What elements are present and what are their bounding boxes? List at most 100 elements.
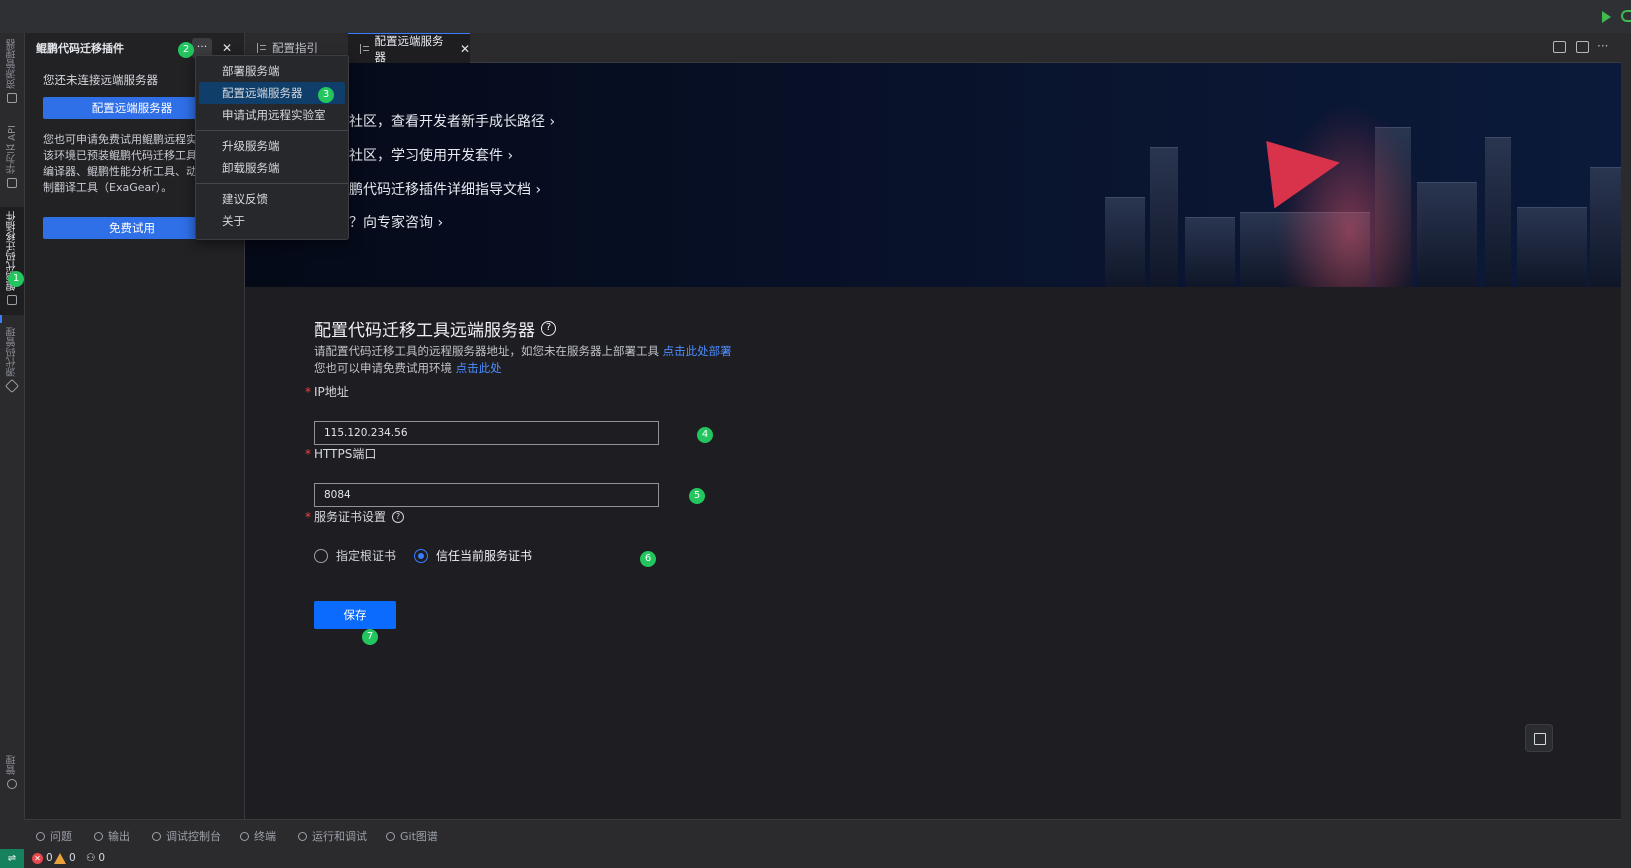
menu-item-deploy-server[interactable]: 部署服务端 bbox=[196, 60, 348, 82]
status-ports[interactable]: ⚇ 0 bbox=[86, 852, 105, 864]
trial-link[interactable]: 点击此处 bbox=[456, 361, 502, 375]
radio-trust-cert[interactable] bbox=[414, 548, 429, 563]
ports-icon: ⚇ bbox=[86, 852, 96, 864]
form-title-text: 配置代码迁移工具远端服务器 bbox=[314, 321, 535, 341]
settings-icon[interactable] bbox=[1621, 10, 1631, 22]
sidebar-title: 鲲鹏代码迁移插件 bbox=[36, 42, 124, 55]
panel-tab-terminal[interactable]: 终端 bbox=[240, 828, 276, 844]
panel-tab-label: Git图谱 bbox=[400, 830, 438, 843]
ip-label-text: IP地址 bbox=[314, 385, 349, 399]
step-marker: 3 bbox=[318, 87, 334, 103]
activity-manage[interactable]: 管理 bbox=[0, 755, 24, 789]
run-debug-icon bbox=[298, 831, 307, 841]
warning-icon bbox=[54, 852, 66, 864]
ip-address-input[interactable] bbox=[314, 421, 659, 445]
activity-label: 管理 bbox=[6, 755, 18, 775]
description-text: 您也可以申请免费试用环境 bbox=[314, 361, 452, 375]
kunpeng-icon bbox=[7, 295, 17, 305]
warning-count: 0 bbox=[69, 852, 76, 864]
git-graph-icon bbox=[386, 831, 395, 841]
description-text: 请配置代码迁移工具的远程服务器地址，如您未在服务器上部署工具 bbox=[314, 344, 659, 358]
activity-explorer[interactable]: 资源管理器 bbox=[0, 39, 24, 103]
tab-close-icon[interactable]: ✕ bbox=[460, 42, 470, 56]
activity-source-control[interactable]: 源代码管理 bbox=[0, 327, 24, 394]
title-bar bbox=[0, 0, 1631, 33]
status-warnings[interactable]: 0 bbox=[54, 852, 76, 864]
activity-label: 华为云 API bbox=[6, 125, 18, 174]
split-editor-icon[interactable] bbox=[1576, 41, 1589, 53]
menu-item-upgrade-server[interactable]: 升级服务端 bbox=[196, 135, 348, 157]
error-count: 0 bbox=[46, 852, 53, 864]
help-icon[interactable]: ? bbox=[392, 510, 405, 523]
run-icon[interactable] bbox=[1602, 11, 1611, 23]
radio-trust-cert-label[interactable]: 信任当前服务证书 bbox=[436, 547, 532, 564]
radio-root-cert-label[interactable]: 指定根证书 bbox=[336, 547, 396, 564]
file-icon bbox=[257, 43, 266, 53]
source-control-icon bbox=[4, 378, 20, 394]
panel-tab-run-debug[interactable]: 运行和调试 bbox=[298, 828, 367, 844]
tab-configure-remote-server[interactable]: 配置远端服务器 ✕ bbox=[348, 33, 470, 64]
file-icon bbox=[360, 43, 369, 54]
panel-tab-output[interactable]: 输出 bbox=[94, 828, 130, 844]
banner-building bbox=[1150, 147, 1178, 287]
step-marker: 4 bbox=[697, 427, 713, 443]
panel-tab-label: 问题 bbox=[50, 830, 72, 843]
explorer-icon bbox=[7, 93, 17, 103]
activity-kunpeng-migration[interactable]: 鲲鹏代码迁移插件 bbox=[0, 207, 24, 315]
debug-console-icon bbox=[152, 831, 161, 841]
terminal-icon bbox=[240, 831, 249, 841]
required-mark: * bbox=[305, 447, 311, 461]
deploy-link[interactable]: 点击此处部署 bbox=[663, 344, 732, 358]
port-label: * HTTPS端口 bbox=[305, 445, 376, 462]
ip-label: * IP地址 bbox=[305, 383, 349, 400]
menu-item-about[interactable]: 关于 bbox=[196, 210, 348, 232]
step-marker: 6 bbox=[640, 551, 656, 567]
menu-item-apply-remote-lab[interactable]: 申请试用远程实验室 bbox=[196, 104, 348, 126]
cert-label: * 服务证书设置 ? bbox=[305, 508, 405, 525]
cert-label-text: 服务证书设置 bbox=[314, 510, 387, 524]
panel-tab-bar: 问题 输出 调试控制台 终端 运行和调试 Git图谱 bbox=[24, 819, 1621, 849]
banner-link-guide-doc[interactable]: 鲲鹏代码迁移插件详细指导文档 › bbox=[335, 179, 541, 199]
activity-label: 资源管理器 bbox=[6, 39, 18, 89]
activity-huawei-api[interactable]: 华为云 API bbox=[0, 125, 24, 188]
banner-building bbox=[1185, 217, 1235, 287]
banner-link-growth-path[interactable]: 鹏社区，查看开发者新手成长路径 › bbox=[335, 111, 555, 131]
connection-status: 您还未连接远端服务器 bbox=[43, 73, 158, 87]
step-marker: 2 bbox=[178, 42, 194, 58]
remote-icon[interactable]: ⇌ bbox=[0, 849, 24, 868]
more-actions-menu: 部署服务端 配置远端服务器 申请试用远程实验室 升级服务端 卸载服务端 建议反馈… bbox=[195, 55, 349, 240]
open-preview-icon[interactable] bbox=[1553, 41, 1566, 53]
error-icon: ✕ bbox=[32, 852, 43, 864]
form-description-trial: 您也可以申请免费试用环境 点击此处 bbox=[314, 360, 502, 376]
editor-tab-bar: 配置指引 配置远端服务器 ✕ ··· bbox=[245, 33, 1621, 64]
activity-bar: 资源管理器 华为云 API 鲲鹏代码迁移插件 源代码管理 管理 bbox=[0, 33, 24, 819]
ports-count: 0 bbox=[98, 852, 106, 864]
panel-tab-label: 运行和调试 bbox=[312, 830, 367, 843]
banner-link-expert[interactable]: 问？向专家咨询 › bbox=[335, 212, 443, 232]
menu-item-uninstall-server[interactable]: 卸载服务端 bbox=[196, 157, 348, 179]
save-button[interactable]: 保存 bbox=[314, 601, 396, 629]
banner-building bbox=[1517, 207, 1587, 287]
radio-root-cert[interactable] bbox=[314, 548, 328, 563]
banner-link-dev-kit[interactable]: 鹏社区，学习使用开发套件 › bbox=[335, 145, 513, 165]
step-marker: 1 bbox=[8, 271, 24, 287]
help-icon[interactable]: ? bbox=[541, 321, 556, 336]
https-port-input[interactable] bbox=[314, 483, 659, 507]
banner: 鹏社区，查看开发者新手成长路径 › 鹏社区，学习使用开发套件 › 鲲鹏代码迁移插… bbox=[245, 63, 1621, 287]
panel-tab-problems[interactable]: 问题 bbox=[36, 828, 72, 844]
status-errors[interactable]: ✕ 0 bbox=[32, 852, 53, 864]
problems-icon bbox=[36, 831, 45, 841]
port-label-text: HTTPS端口 bbox=[314, 447, 377, 461]
panel-tab-git-graph[interactable]: Git图谱 bbox=[386, 828, 438, 844]
api-icon bbox=[7, 178, 17, 188]
banner-building bbox=[1105, 197, 1145, 287]
tab-label: 配置远端服务器 bbox=[374, 33, 444, 64]
panel-tab-debug-console[interactable]: 调试控制台 bbox=[152, 828, 221, 844]
step-marker: 5 bbox=[689, 488, 705, 504]
feedback-edit-button[interactable] bbox=[1525, 724, 1553, 752]
menu-divider bbox=[196, 183, 348, 184]
ide-window: 资源管理器 华为云 API 鲲鹏代码迁移插件 源代码管理 管理 鲲鹏代码迁移插件… bbox=[0, 0, 1631, 868]
more-icon[interactable]: ··· bbox=[1597, 39, 1608, 53]
banner-building bbox=[1590, 167, 1621, 287]
menu-item-feedback[interactable]: 建议反馈 bbox=[196, 188, 348, 210]
